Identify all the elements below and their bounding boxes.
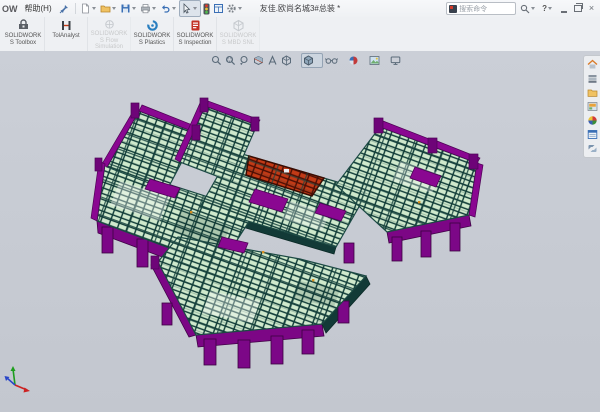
open-button[interactable] [99,1,119,16]
zoom-to-fit-button[interactable] [210,54,223,67]
rebuild-button[interactable] [201,1,212,16]
menu-bar: OW 帮助(H) [0,0,600,18]
open-folder-icon [100,3,111,14]
restore-button[interactable] [572,3,583,15]
new-document-button[interactable] [79,1,99,16]
apply-scene-button[interactable] [368,54,388,67]
solidworks-doc-icon [449,5,457,13]
select-button[interactable] [179,0,201,17]
flow-simulation-icon [103,19,116,30]
select-cursor-icon [181,3,192,14]
graphics-area[interactable] [0,51,600,412]
solidworks-resources-tab[interactable] [587,59,598,70]
section-view-button[interactable] [252,54,265,67]
plastics-icon [146,19,159,32]
addin-plastics[interactable]: SOLIDWORKS Plastics [131,17,174,51]
rebuild-traffic-light-icon [202,3,211,15]
view-orientation-button[interactable] [280,54,300,67]
search-commands-input[interactable]: 搜索命令 [446,2,516,15]
undo-icon [160,3,171,14]
solidworks-forum-tab[interactable] [587,143,598,154]
help-button[interactable]: ? [541,1,555,16]
minimize-button[interactable] [558,3,569,15]
annotations-button[interactable] [266,54,279,67]
solidworks-window: OW 帮助(H) [0,0,600,412]
new-document-icon [80,3,91,14]
hide-show-items-button[interactable] [324,54,346,67]
pin-menu-icon[interactable] [59,4,69,14]
magnifier-icon [520,4,530,14]
file-properties-button[interactable] [212,1,225,16]
save-button[interactable] [119,1,139,16]
file-explorer-tab[interactable] [587,87,598,98]
save-icon [120,3,131,14]
options-button[interactable] [225,1,245,16]
addin-flow-simulation[interactable]: SOLIDWORKS Flow Simulation [88,17,131,51]
zoom-to-area-button[interactable] [224,54,237,67]
solidworks-logo-fragment: OW [2,4,18,14]
heads-up-view-toolbar [210,53,409,67]
menu-help[interactable]: 帮助(H) [21,2,56,15]
addin-tolanalyst[interactable]: TolAnalyst [45,17,88,51]
addins-command-bar: SOLIDWORKS Toolbox TolAnalyst SOLIDWORKS… [0,17,600,52]
reference-triad [5,366,31,393]
addin-mbd-snl[interactable]: SOLIDWORKS MBD SNL [217,17,260,51]
task-pane-tabs [583,55,600,158]
appearances-scenes-tab[interactable] [587,115,598,126]
edit-appearance-button[interactable] [347,54,367,67]
view-palette-tab[interactable] [587,101,598,112]
print-button[interactable] [139,1,159,16]
design-library-tab[interactable] [587,73,598,84]
inspection-icon [189,19,202,32]
close-button[interactable]: × [586,3,597,15]
file-properties-icon [213,3,224,14]
toolbox-icon [17,19,30,32]
print-icon [140,3,151,14]
toolbar-separator [75,3,76,14]
options-gear-icon [226,3,237,14]
document-title: 友佳.欧尚名城3#总装 * [260,0,340,17]
view-settings-button[interactable] [389,54,409,67]
display-style-button[interactable] [301,53,323,68]
undo-button[interactable] [159,1,179,16]
search-placeholder: 搜索命令 [459,4,487,14]
previous-view-button[interactable] [238,54,251,67]
model-3d-assembly[interactable] [0,51,600,412]
mbd-icon [232,19,245,32]
custom-properties-tab[interactable] [587,129,598,140]
addin-solidworks-toolbox[interactable]: SOLIDWORKS Toolbox [2,17,45,51]
tolanalyst-icon [60,19,73,32]
addin-inspection[interactable]: SOLIDWORKS Inspection [174,17,217,51]
search-scope-button[interactable] [519,1,538,16]
